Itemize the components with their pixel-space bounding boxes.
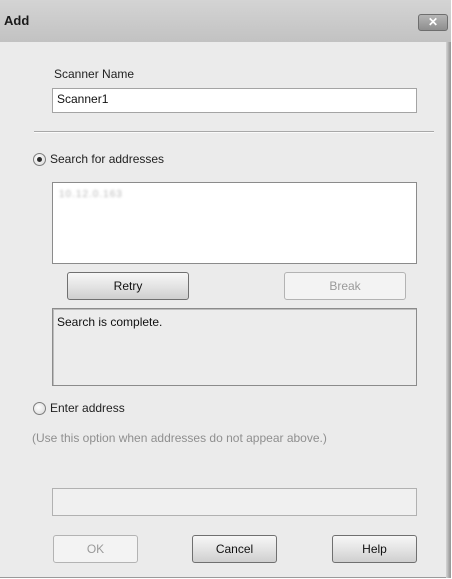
search-status-box: Search is complete. <box>52 308 417 386</box>
search-addresses-label[interactable]: Search for addresses <box>50 152 164 166</box>
close-icon: ✕ <box>427 15 439 29</box>
address-list[interactable]: 10.12.0.163 <box>52 182 417 264</box>
ok-button[interactable]: OK <box>53 535 138 563</box>
address-input[interactable] <box>52 488 417 516</box>
scanner-name-input[interactable]: Scanner1 <box>52 88 417 113</box>
add-scanner-dialog: Add ✕ Scanner Name Scanner1 Search for a… <box>0 0 451 578</box>
window-edge <box>446 42 450 578</box>
enter-address-label[interactable]: Enter address <box>50 401 125 415</box>
search-addresses-radio[interactable] <box>33 153 46 166</box>
dialog-title: Add <box>4 13 30 28</box>
retry-button[interactable]: Retry <box>67 272 189 300</box>
enter-address-radio[interactable] <box>33 402 46 415</box>
close-button[interactable]: ✕ <box>418 14 448 31</box>
help-button[interactable]: Help <box>332 535 417 563</box>
scanner-name-label: Scanner Name <box>54 67 135 81</box>
section-divider <box>34 131 434 133</box>
list-item[interactable]: 10.12.0.163 <box>59 189 123 200</box>
enter-address-hint: (Use this option when addresses do not a… <box>32 431 327 445</box>
search-status-text: Search is complete. <box>57 315 163 329</box>
radio-selected-dot <box>37 157 42 162</box>
cancel-button[interactable]: Cancel <box>192 535 277 563</box>
break-button[interactable]: Break <box>284 272 406 300</box>
title-bar[interactable]: Add ✕ <box>0 0 451 42</box>
